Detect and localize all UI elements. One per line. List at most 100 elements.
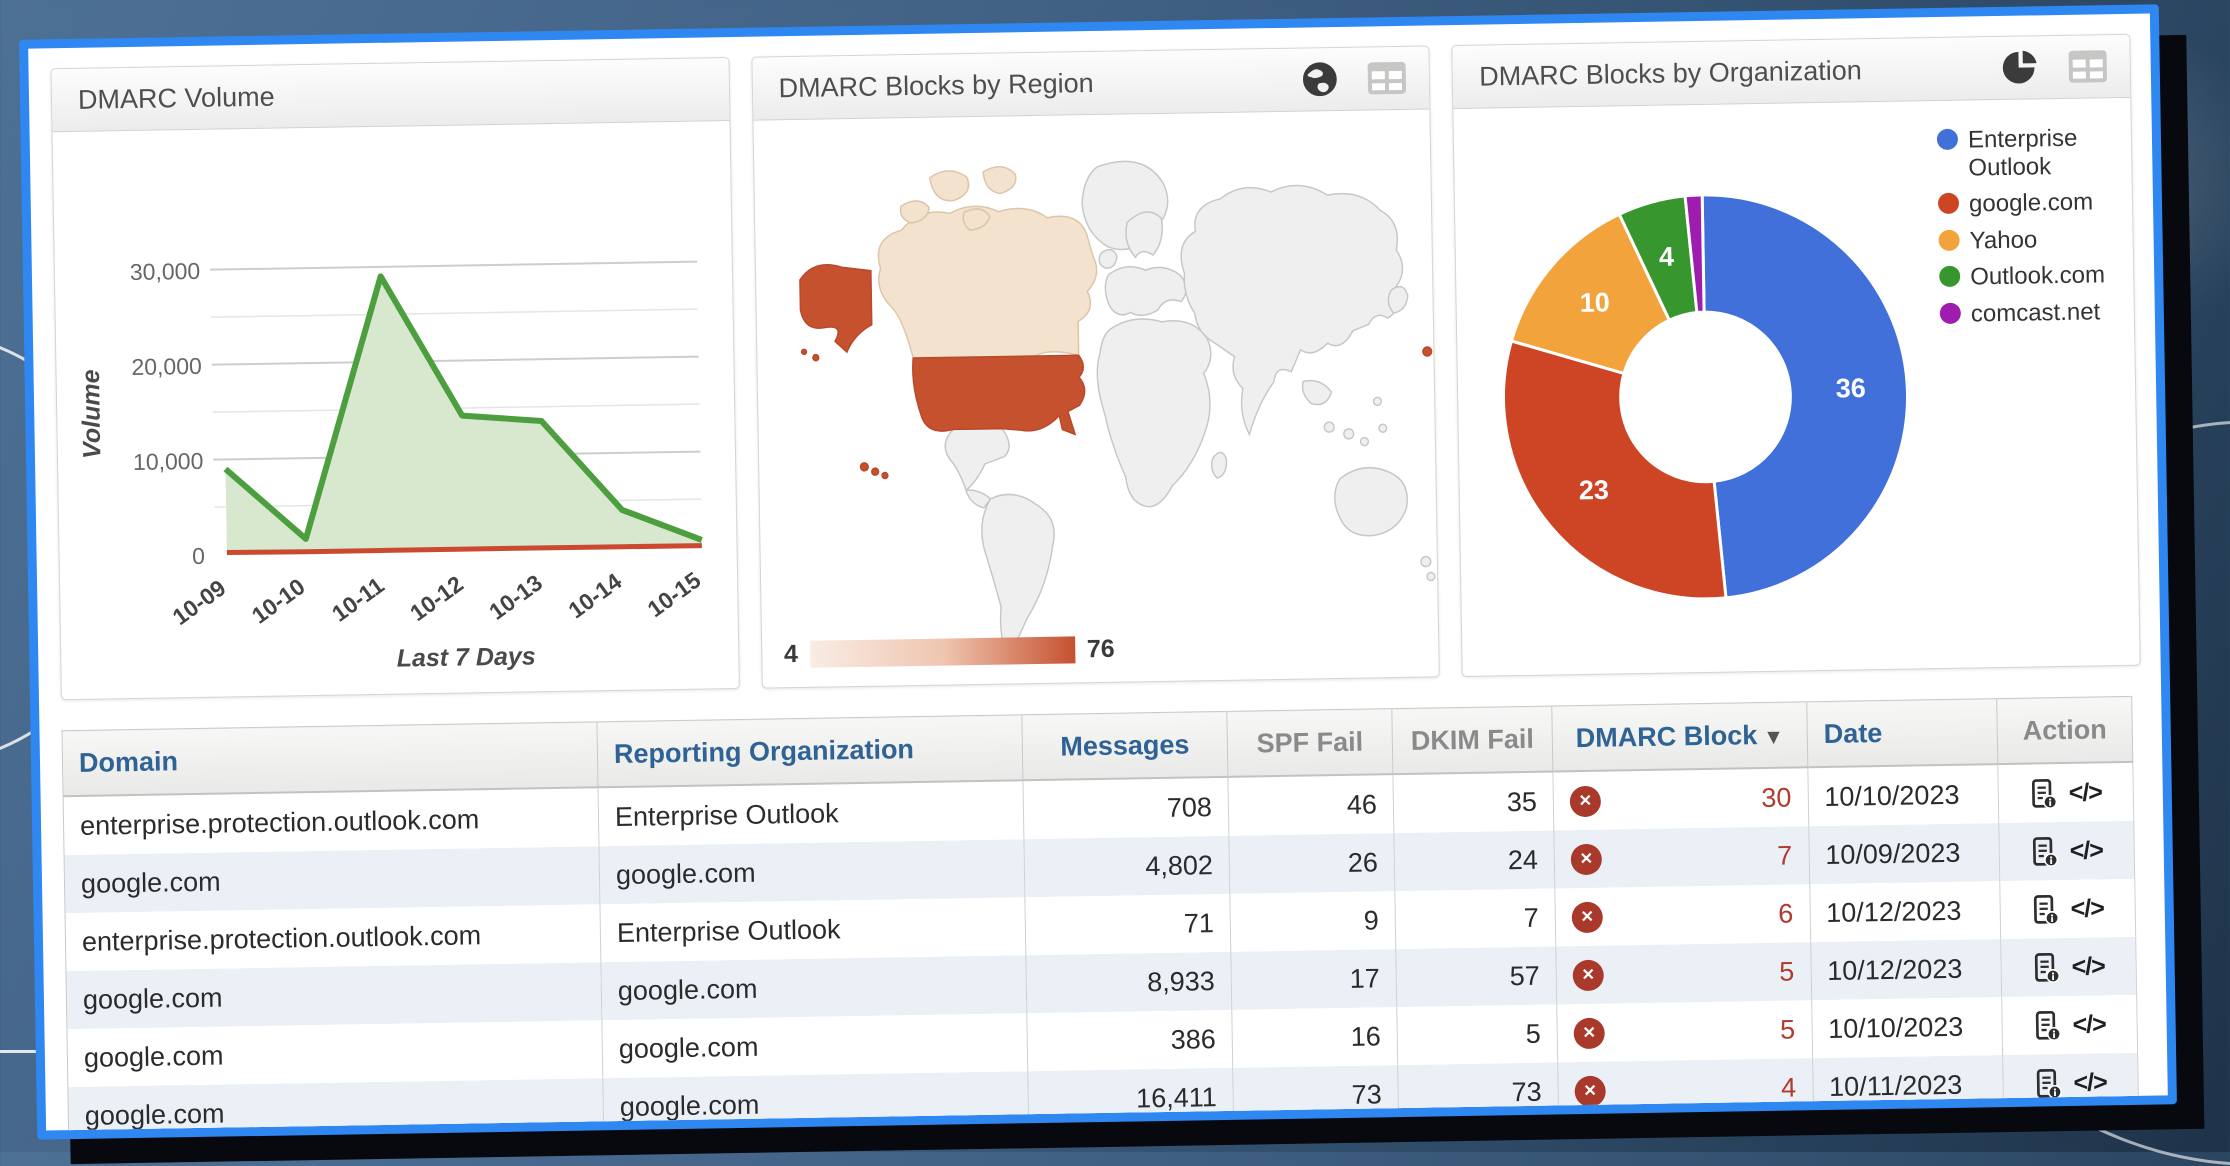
panel-header: DMARC Blocks by Region [752,46,1430,120]
cell-domain: google.com [67,1020,603,1087]
globe-icon[interactable] [1301,60,1340,99]
cell-messages: 71 [1025,894,1231,955]
cell-date: 10/12/2023 [1810,881,2001,942]
cell-dmarc-block: ✕6 [1555,884,1810,946]
cell-spf-fail: 46 [1228,774,1394,836]
table-view-icon[interactable] [2067,49,2108,84]
cell-action: </> [1998,762,2134,823]
cell-dkim-fail: 5 [1397,1004,1558,1065]
cell-spf-fail: 73 [1233,1065,1399,1126]
cell-dkim-fail: 35 [1393,771,1554,833]
column-header-action[interactable]: Action [1997,696,2133,764]
legend-label: Enterprise Outlook [1968,124,2116,182]
region-map-area: 4 76 [753,109,1439,687]
svg-text:10-15: 10-15 [643,566,706,622]
report-icon[interactable] [2033,1010,2061,1041]
column-header-reporting_organization[interactable]: Reporting Organization [597,715,1023,788]
code-icon[interactable]: </> [2072,1011,2106,1041]
cell-messages: 8,933 [1026,952,1232,1013]
legend-label: Yahoo [1969,226,2037,255]
cell-domain: enterprise.protection.outlook.com [65,904,601,971]
legend-swatch [1938,229,1959,250]
svg-text:23: 23 [1579,475,1610,505]
region-canada [877,165,1098,358]
charts-row: DMARC Volume 010,00020,00030,00010-0910-… [51,34,2141,700]
legend-label: Outlook.com [1970,262,2105,292]
cell-reporting-organization: Enterprise Outlook [600,897,1026,962]
cell-dmarc-block: ✕7 [1554,826,1809,888]
scale-gradient-bar [810,636,1075,667]
report-icon[interactable] [2029,778,2057,809]
map-color-scale: 4 76 [784,635,1115,669]
column-header-messages[interactable]: Messages [1022,711,1228,780]
block-x-icon: ✕ [1573,1017,1605,1049]
legend-label: google.com [1969,189,2094,219]
donut-legend: Enterprise Outlook google.com Yahoo Outlook… [1937,124,2118,328]
block-count: 30 [1761,782,1792,813]
svg-text:10-12: 10-12 [405,570,468,626]
block-count: 7 [1777,840,1793,871]
cell-reporting-organization: google.com [599,839,1025,904]
table-view-icon[interactable] [1367,61,1408,96]
panel-header: DMARC Blocks by Organization [1453,35,2131,109]
cell-date: 10/12/2023 [1811,939,2002,1000]
cell-action: </> [2000,879,2136,939]
code-icon[interactable]: </> [2070,895,2104,925]
svg-text:4: 4 [1659,242,1675,272]
sort-desc-icon: ▼ [1757,725,1784,748]
cell-reporting-organization: google.com [603,1071,1029,1137]
svg-text:Volume: Volume [77,369,106,459]
legend-swatch [1939,266,1960,287]
cell-action: </> [1999,821,2135,881]
cell-action: </> [2001,937,2137,997]
svg-text:0: 0 [192,543,205,569]
cell-date: 10/09/2023 [1809,823,2000,884]
cell-dkim-fail: 57 [1396,946,1557,1007]
block-x-icon: ✕ [1570,785,1602,817]
scale-min-label: 4 [784,640,798,669]
column-header-dmarc_block[interactable]: DMARC Block ▼ [1552,702,1808,772]
panel-title: DMARC Blocks by Organization [1479,55,1862,92]
code-icon[interactable]: </> [2073,1069,2107,1099]
cell-reporting-organization: google.com [601,955,1027,1020]
cell-date: 10/10/2023 [1812,997,2003,1058]
report-icon[interactable] [2031,894,2059,925]
code-icon[interactable]: </> [2069,837,2103,867]
cell-messages: 386 [1027,1010,1233,1071]
svg-text:36: 36 [1836,373,1867,403]
code-icon[interactable]: </> [2071,953,2105,983]
column-header-date[interactable]: Date [1807,699,1998,768]
pie-chart-icon[interactable] [2001,48,2040,87]
svg-text:10-13: 10-13 [484,569,547,625]
block-count: 6 [1778,898,1794,929]
cell-messages: 708 [1023,777,1229,839]
cell-domain: google.com [66,962,602,1029]
cell-spf-fail: 9 [1230,891,1396,952]
dmarc-dashboard: DMARC Volume 010,00020,00030,00010-0910-… [19,4,2177,1139]
svg-text:10-14: 10-14 [563,568,626,624]
column-header-spf_fail[interactable]: SPF Fail [1227,709,1393,777]
svg-text:10: 10 [1580,287,1611,317]
cell-spf-fail: 17 [1231,949,1397,1010]
cell-dkim-fail: 7 [1395,888,1556,949]
report-icon[interactable] [2032,952,2060,983]
cell-spf-fail: 16 [1232,1007,1398,1068]
cell-dmarc-block: ✕4 [1558,1058,1813,1120]
legend-swatch [1940,303,1961,324]
legend-item: google.com [1938,188,2116,219]
volume-chart-area: 010,00020,00030,00010-0910-1010-1110-121… [53,121,739,699]
report-icon[interactable] [2034,1068,2062,1099]
cell-dkim-fail: 73 [1398,1062,1559,1123]
column-header-dkim_fail[interactable]: DKIM Fail [1392,706,1553,774]
cell-action: </> [2002,995,2138,1055]
dmarc-report-table: DomainReporting OrganizationMessagesSPF … [61,696,2139,1140]
column-header-domain[interactable]: Domain [62,722,598,796]
block-count: 5 [1780,1014,1796,1045]
svg-text:10-10: 10-10 [247,573,310,629]
legend-label: comcast.net [1971,298,2101,328]
code-icon[interactable]: </> [2068,779,2102,809]
organization-chart-area: 36 23 10 4 Enterprise Outlook google.com Yaho… [1454,98,2140,676]
cell-dkim-fail: 24 [1394,830,1555,891]
cell-dmarc-block: ✕5 [1556,942,1811,1004]
report-icon[interactable] [2030,836,2058,867]
